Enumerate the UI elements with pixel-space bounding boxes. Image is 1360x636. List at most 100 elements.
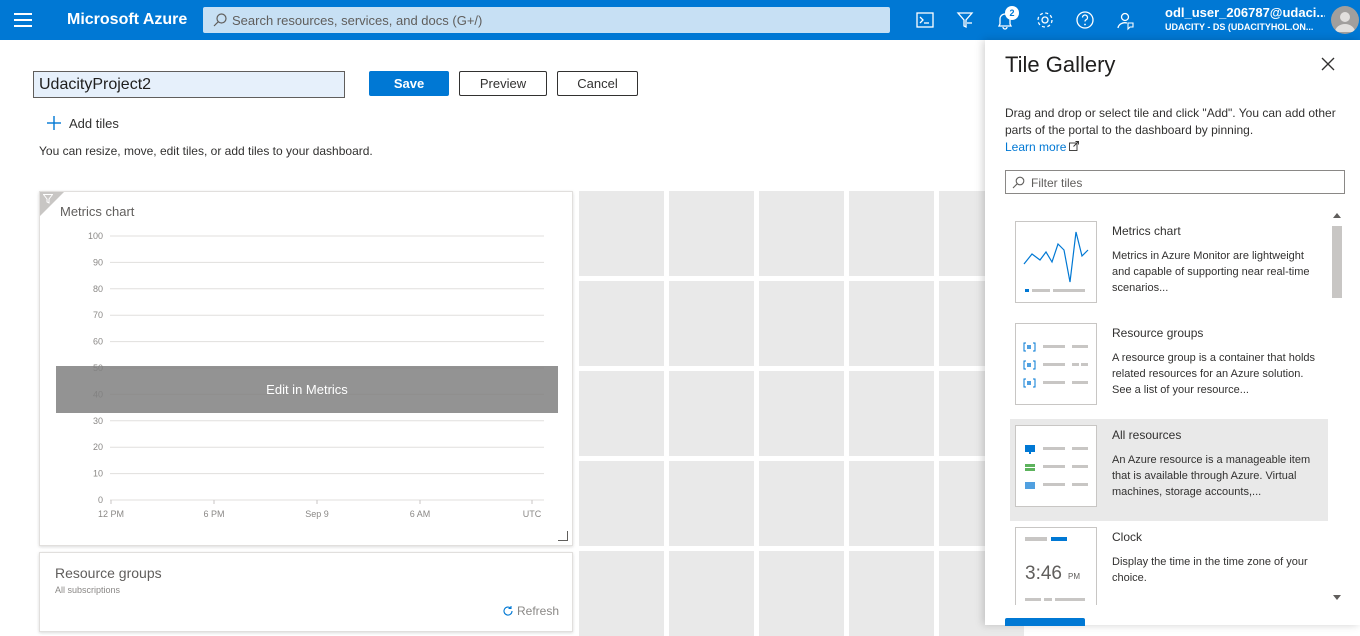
x-tick-label: UTC [523,509,542,519]
y-tick-label: 70 [93,310,103,320]
empty-grid-cell [669,281,754,366]
gallery-item-description: Metrics in Azure Monitor are lightweight… [1112,250,1310,294]
y-tick-label: 60 [93,337,103,347]
panel-description-text: Drag and drop or select tile and click "… [1005,106,1336,137]
edit-in-metrics-button[interactable]: Edit in Metrics [56,366,558,413]
search-icon [1012,176,1025,189]
add-tiles-button[interactable]: Add tiles [46,115,119,131]
metrics-tile-title: Metrics chart [60,204,135,219]
learn-more-label: Learn more [1005,140,1067,154]
feedback-icon[interactable] [1114,9,1136,31]
preview-button[interactable]: Preview [459,71,547,96]
refresh-icon [503,606,513,616]
resource-groups-tile[interactable]: Resource groups All subscriptions Refres… [39,552,573,632]
empty-grid-cell [759,281,844,366]
empty-grid-cell [669,191,754,276]
y-tick-label: 20 [93,442,103,452]
search-icon [213,13,227,27]
empty-grid-cell [849,461,934,546]
empty-grid-cell [669,461,754,546]
gallery-item-all-resources[interactable]: All resources An Azure resource is a man… [1010,419,1328,521]
gallery-item-name: Clock [1112,530,1143,544]
filter-placeholder: Filter tiles [1031,176,1083,190]
y-tick-label: 90 [93,257,103,267]
empty-grid-cell [849,281,934,366]
learn-more-link[interactable]: Learn more [1005,140,1080,154]
cancel-button[interactable]: Cancel [557,71,638,96]
gallery-item-clock[interactable]: 3:46 PM Clock Display the time in the ti… [1010,521,1328,605]
y-tick-label: 0 [98,495,103,505]
gallery-item-name: All resources [1112,428,1182,442]
x-tick-label: 6 PM [203,509,224,519]
save-button[interactable]: Save [369,71,449,96]
plus-icon [47,116,61,130]
helper-text: You can resize, move, edit tiles, or add… [39,144,373,158]
tile-gallery-panel: Tile Gallery Drag and drop or select til… [985,40,1360,626]
empty-grid-cell [669,371,754,456]
resource-groups-thumbnail-icon [1015,323,1097,405]
gallery-scrollbar[interactable] [1330,210,1344,605]
dashboard-name-input[interactable]: UdacityProject2 [33,71,345,98]
panel-title: Tile Gallery [1005,52,1116,77]
menu-icon[interactable] [14,13,32,27]
add-tiles-label: Add tiles [69,116,119,131]
global-search-input[interactable]: Search resources, services, and docs (G+… [203,7,890,33]
metrics-chart-tile[interactable]: Metrics chart 100908070605040302010012 P… [39,191,573,546]
top-bar: Microsoft Azure Search resources, servic… [0,0,1360,40]
scroll-up-arrow-icon[interactable] [1333,213,1341,218]
account-menu[interactable]: odl_user_206787@udaci... UDACITY - DS (U… [1165,5,1325,32]
gallery-item-metrics-chart[interactable]: Metrics chart Metrics in Azure Monitor a… [1010,215,1328,317]
brand-title[interactable]: Microsoft Azure [67,11,187,29]
empty-grid-cell [759,191,844,276]
empty-grid-cell [849,551,934,636]
empty-grid-cell [579,281,664,366]
metrics-chart-thumbnail-icon [1015,221,1097,303]
resize-handle[interactable] [558,531,568,541]
tile-gallery-list: Metrics chart Metrics in Azure Monitor a… [1010,215,1330,605]
all-resources-thumbnail-icon [1015,425,1097,507]
y-tick-label: 30 [93,416,103,426]
empty-grid-cell [759,371,844,456]
gallery-item-name: Resource groups [1112,326,1204,340]
empty-grid-cell [669,551,754,636]
panel-description: Drag and drop or select tile and click "… [1005,105,1345,156]
external-link-icon [1069,141,1080,151]
clock-preview-time: 3:46 [1025,563,1062,584]
close-icon[interactable] [1321,57,1335,71]
resource-groups-tile-subtitle: All subscriptions [55,585,121,595]
refresh-label: Refresh [517,604,560,618]
scroll-down-arrow-icon[interactable] [1333,595,1341,600]
empty-grid-cell [759,551,844,636]
gallery-item-description: A resource group is a container that hol… [1112,352,1316,396]
empty-grid-cell [759,461,844,546]
filter-tiles-input[interactable]: Filter tiles [1005,170,1345,194]
empty-grid-cell [849,191,934,276]
notification-count-badge: 2 [1005,6,1019,20]
settings-gear-icon[interactable] [1034,9,1056,31]
cloud-shell-icon[interactable] [914,9,936,31]
filter-icon[interactable] [43,194,53,204]
y-tick-label: 10 [93,469,103,479]
refresh-button[interactable]: Refresh [502,604,559,618]
x-tick-label: 6 AM [410,509,431,519]
resource-groups-tile-title: Resource groups [55,565,162,581]
x-tick-label: Sep 9 [305,509,329,519]
avatar[interactable] [1331,6,1359,34]
scrollbar-thumb[interactable] [1332,226,1342,298]
empty-grid-cell [579,461,664,546]
y-tick-label: 80 [93,284,103,294]
gallery-item-description: An Azure resource is a manageable item t… [1112,454,1311,498]
x-tick-label: 12 PM [98,509,124,519]
clock-thumbnail-icon: 3:46 PM [1015,527,1097,605]
empty-grid-cell [579,551,664,636]
account-name: odl_user_206787@udaci... [1165,5,1325,20]
gallery-item-name: Metrics chart [1112,224,1181,238]
directory-filter-icon[interactable] [954,9,976,31]
account-org: UDACITY - DS (UDACITYHOL.ON... [1165,22,1314,32]
empty-grid-cell [579,191,664,276]
clock-preview-period: PM [1068,572,1080,581]
gallery-item-resource-groups[interactable]: Resource groups A resource group is a co… [1010,317,1328,419]
help-icon[interactable] [1074,9,1096,31]
y-tick-label: 100 [88,231,103,241]
gallery-item-description: Display the time in the time zone of you… [1112,556,1308,584]
